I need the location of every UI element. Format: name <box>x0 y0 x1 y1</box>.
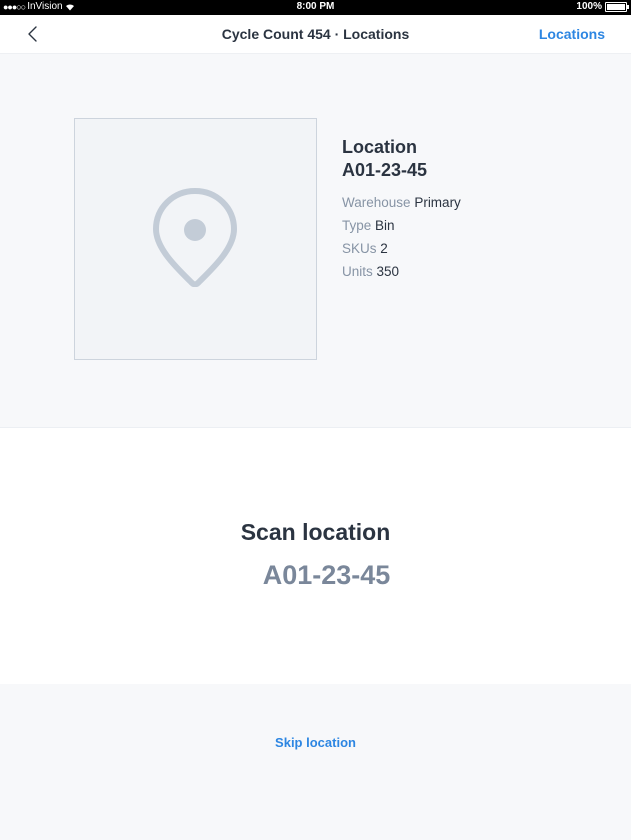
status-time: 8:00 PM <box>296 1 335 12</box>
field-key: SKUs <box>342 241 377 256</box>
field-type: Type Bin <box>342 214 461 237</box>
field-skus: SKUs 2 <box>342 237 461 260</box>
field-units: Units 350 <box>342 260 461 283</box>
status-right: 100% <box>576 1 629 12</box>
location-details: Location A01-23-45 Warehouse Primary Typ… <box>342 136 461 283</box>
location-code: A01-23-45 <box>342 160 428 180</box>
locations-button[interactable]: Locations <box>539 26 605 42</box>
scan-section: Scan location A01-23-45 <box>0 427 631 685</box>
field-value: Primary <box>414 195 461 210</box>
scan-title: Scan location <box>240 519 391 545</box>
skip-location-button[interactable]: Skip location <box>0 735 631 750</box>
footer: Skip location <box>0 684 631 840</box>
field-key: Type <box>342 218 372 233</box>
field-value: 2 <box>380 241 388 256</box>
field-value: 350 <box>376 264 400 279</box>
field-key: Units <box>342 264 373 279</box>
field-value: Bin <box>375 218 395 233</box>
battery-percent: 100% <box>576 1 602 12</box>
location-fields: Warehouse Primary Type Bin SKUs 2 Units … <box>342 191 461 283</box>
field-warehouse: Warehouse Primary <box>342 191 461 214</box>
status-bar: ●●●○○ InVision 8:00 PM 100% <box>0 0 631 15</box>
location-info-section: Location A01-23-45 Warehouse Primary Typ… <box>0 54 631 426</box>
map-pin-icon <box>153 188 237 287</box>
location-heading: Location <box>342 137 417 157</box>
battery-icon <box>605 1 629 12</box>
scan-location-code: A01-23-45 <box>262 560 391 590</box>
page-title: Cycle Count 454 · Locations <box>221 26 410 42</box>
field-key: Warehouse <box>342 195 411 210</box>
navigation-bar: Cycle Count 454 · Locations Locations <box>0 15 631 54</box>
location-image-placeholder <box>74 118 317 360</box>
